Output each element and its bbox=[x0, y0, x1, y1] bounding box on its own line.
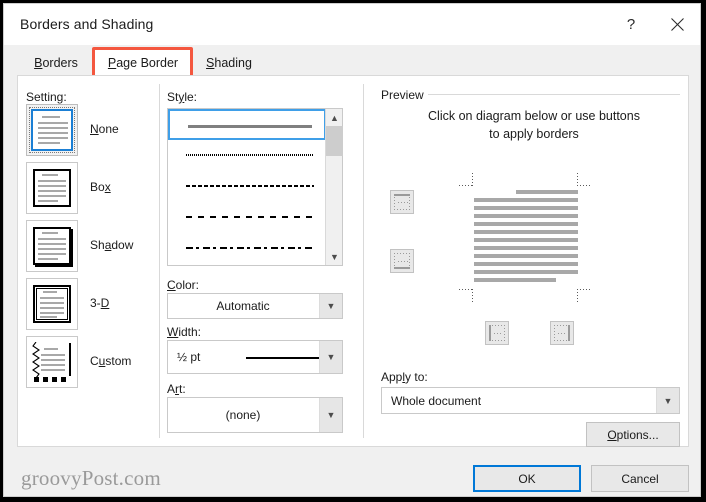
setting-item-custom[interactable]: Custom bbox=[26, 336, 154, 388]
selection-outline bbox=[31, 109, 73, 151]
ok-label: OK bbox=[518, 471, 536, 486]
setting-label-shadow: Shadow bbox=[90, 238, 134, 252]
setting-thumb-custom bbox=[26, 336, 78, 388]
style-option-dashed-line[interactable] bbox=[168, 202, 326, 233]
style-option-dash-dot-line[interactable] bbox=[168, 233, 326, 264]
bottom-border-button[interactable] bbox=[390, 249, 414, 273]
art-combo[interactable]: (none) ▼ bbox=[167, 397, 343, 433]
setting-item-shadow[interactable]: Shadow bbox=[26, 220, 154, 272]
setting-thumb-box bbox=[26, 162, 78, 214]
apply-to-value: Whole document bbox=[391, 393, 482, 408]
panel-divider-2 bbox=[363, 84, 364, 438]
dash-dot-line-sample bbox=[186, 247, 314, 249]
apply-to-chevron-down-icon[interactable]: ▼ bbox=[656, 388, 679, 413]
setting-label-box: Box bbox=[90, 180, 111, 194]
options-button[interactable]: Options... bbox=[586, 422, 680, 447]
apply-to-label: Apply to: bbox=[381, 370, 428, 384]
width-label: Width: bbox=[167, 325, 202, 339]
close-icon[interactable] bbox=[654, 4, 700, 45]
setting-item-none[interactable]: None bbox=[26, 104, 154, 156]
tab-page-border[interactable]: Page Border bbox=[95, 49, 191, 76]
tab-borders[interactable]: BBordersorders bbox=[17, 49, 95, 76]
help-icon[interactable]: ? bbox=[608, 4, 654, 45]
setting-item-box[interactable]: Box bbox=[26, 162, 154, 214]
small-dashed-line-sample bbox=[186, 185, 314, 187]
apply-to-combo[interactable]: Whole document ▼ bbox=[381, 387, 680, 414]
top-border-button[interactable] bbox=[390, 190, 414, 214]
art-chevron-down-icon[interactable]: ▼ bbox=[319, 398, 342, 432]
style-label: Style: bbox=[167, 90, 198, 104]
preview-instruction-line2: to apply borders bbox=[489, 127, 579, 141]
borders-and-shading-dialog: Borders and Shading ? BBordersorders Pag… bbox=[3, 3, 701, 497]
style-list-box[interactable]: ▲ ▼ bbox=[167, 108, 343, 266]
setting-item-3d[interactable]: 3-D bbox=[26, 278, 154, 330]
color-chevron-down-icon[interactable]: ▼ bbox=[319, 294, 342, 318]
tab-shading[interactable]: Shading bbox=[191, 49, 267, 76]
cancel-button[interactable]: Cancel bbox=[591, 465, 689, 492]
ok-button[interactable]: OK bbox=[473, 465, 581, 492]
close-glyph bbox=[670, 18, 684, 31]
color-value: Automatic bbox=[216, 299, 270, 313]
watermark: groovyPost.com bbox=[21, 466, 161, 490]
help-glyph: ? bbox=[626, 16, 636, 33]
style-option-dotted-line[interactable] bbox=[168, 140, 326, 171]
setting-thumb-3d bbox=[26, 278, 78, 330]
chevron-up-icon[interactable]: ▲ bbox=[326, 109, 343, 126]
color-combo[interactable]: Automatic ▼ bbox=[167, 293, 343, 319]
preview-instruction-line1: Click on diagram below or use buttons bbox=[428, 109, 640, 123]
style-option-small-dashed-line[interactable] bbox=[168, 171, 326, 202]
wavy-border-icon bbox=[32, 342, 40, 379]
style-scrollbar[interactable]: ▲ ▼ bbox=[325, 109, 343, 265]
dotted-line-sample bbox=[186, 154, 314, 156]
dialog-title: Borders and Shading bbox=[20, 16, 154, 32]
panel-divider-1 bbox=[159, 84, 160, 438]
solid-line-sample bbox=[188, 125, 312, 128]
cancel-label: Cancel bbox=[621, 471, 659, 486]
width-combo[interactable]: ½ pt ▼ bbox=[167, 340, 343, 374]
style-option-solid-line[interactable] bbox=[168, 109, 326, 140]
preview-title: Preview bbox=[381, 88, 424, 102]
dashed-line-sample bbox=[186, 216, 314, 218]
width-line-sample bbox=[246, 357, 324, 359]
tab-strip: BBordersorders Page Border Shading bbox=[4, 45, 700, 76]
title-bar: Borders and Shading ? bbox=[4, 4, 700, 45]
scrollbar-thumb[interactable] bbox=[326, 126, 343, 156]
chevron-down-icon[interactable]: ▼ bbox=[326, 248, 343, 265]
color-label: Color: bbox=[167, 278, 200, 292]
style-list bbox=[168, 109, 326, 265]
setting-label-custom: Custom bbox=[90, 354, 132, 368]
preview-divider bbox=[428, 94, 680, 95]
setting-thumb-none bbox=[26, 104, 78, 156]
width-chevron-down-icon[interactable]: ▼ bbox=[319, 341, 342, 373]
setting-label-3d: 3-D bbox=[90, 296, 110, 310]
setting-label-none: None bbox=[90, 122, 119, 136]
setting-label: Setting: bbox=[26, 90, 67, 104]
art-value: (none) bbox=[225, 408, 261, 422]
art-label: Art: bbox=[167, 382, 186, 396]
left-border-button[interactable] bbox=[485, 321, 509, 345]
right-border-button[interactable] bbox=[550, 321, 574, 345]
setting-thumb-shadow bbox=[26, 220, 78, 272]
